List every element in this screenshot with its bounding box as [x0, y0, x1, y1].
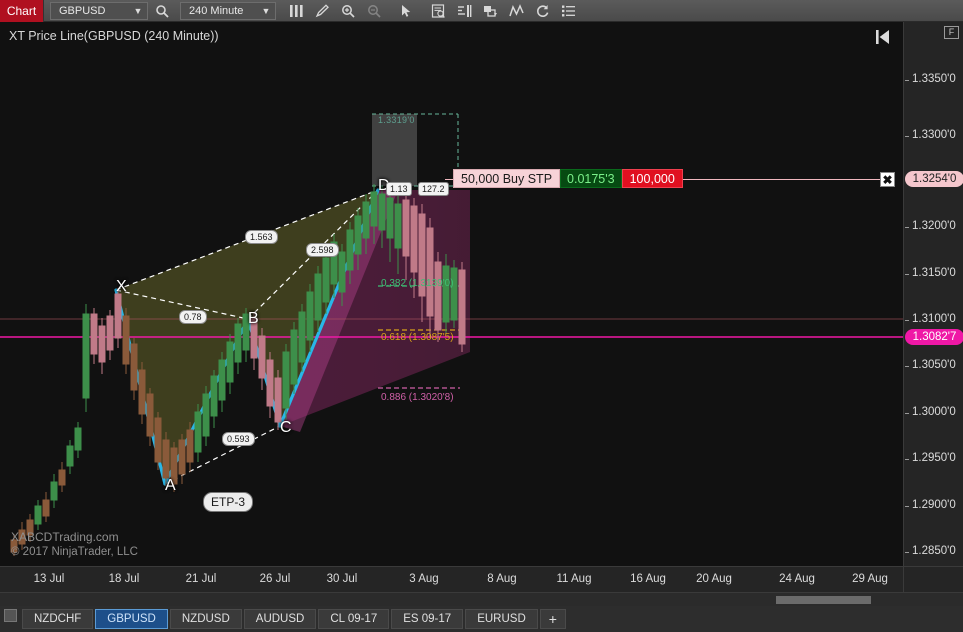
- time-tick-label: 20 Aug: [696, 573, 732, 585]
- fib-level-0382: 0.382 (1.3139'0): [381, 278, 454, 289]
- strategies-icon[interactable]: [478, 1, 502, 21]
- price-tick-mark: [905, 274, 909, 275]
- workspace-tabbar: NZDCHF GBPUSD NZDUSD AUDUSD CL 09-17 ES 09-17…: [0, 606, 963, 632]
- fib-level-0886: 0.886 (1.3020'8): [381, 392, 454, 403]
- ninjatrader-chart-window: Chart GBPUSD ▼ 240 Minute ▼ XT Price Lin…: [0, 0, 963, 632]
- drawing-tools-icon[interactable]: [310, 1, 334, 21]
- price-tick-label: 1.2850'0: [912, 545, 956, 557]
- price-tick-mark: [905, 413, 909, 414]
- price-axis-f-flag[interactable]: F: [944, 26, 959, 39]
- chart-canvas[interactable]: XT Price Line(GBPUSD (240 Minute)) 50,00…: [0, 22, 903, 566]
- zoom-in-icon[interactable]: [336, 1, 360, 21]
- price-series-svg: [0, 113, 903, 556]
- pattern-point-x: X: [116, 278, 127, 295]
- ratio-badge-ac: 0.593: [222, 432, 255, 446]
- fib-level-0618: 0.618 (1.3087'5): [381, 332, 454, 343]
- ask-price-badge: 1.3254'0: [905, 171, 963, 187]
- bar-type-icon[interactable]: [284, 1, 308, 21]
- properties-list-icon[interactable]: [556, 1, 580, 21]
- price-tick-label: 1.3000'0: [912, 406, 956, 418]
- workspace-tab-gbpusd[interactable]: GBPUSD: [95, 609, 168, 629]
- order-pl-label: 0.0175'3: [560, 169, 622, 188]
- time-tick-label: 26 Jul: [259, 573, 291, 585]
- workspace-tab-audusd[interactable]: AUDUSD: [243, 609, 317, 629]
- horizontal-scrollbar[interactable]: [0, 592, 963, 606]
- add-tab-button[interactable]: +: [539, 609, 566, 629]
- chart-tab-button[interactable]: Chart: [0, 0, 44, 22]
- zoom-out-icon[interactable]: [362, 1, 386, 21]
- chart-watermark: XABCDTrading.com © 2017 NinjaTrader, LLC: [11, 530, 138, 560]
- workspace-tab-eurusd[interactable]: EURUSD: [465, 609, 538, 629]
- time-tick-label: 8 Aug: [487, 573, 517, 585]
- target-zone-label: 1.3319'0: [378, 115, 415, 125]
- pattern-point-a: A: [165, 477, 176, 494]
- time-tick-label: 30 Jul: [326, 573, 358, 585]
- price-tick-mark: [905, 366, 909, 367]
- time-tick-label: 13 Jul: [33, 573, 65, 585]
- price-tick-label: 1.3200'0: [912, 220, 956, 232]
- price-tick-label: 1.2900'0: [912, 499, 956, 511]
- d-ratio-badge-1272: 127.2: [418, 182, 449, 196]
- search-icon[interactable]: [150, 1, 174, 21]
- price-tick-label: 1.2950'0: [912, 452, 956, 464]
- tab-list: NZDCHF GBPUSD NZDUSD AUDUSD CL 09-17 ES 09-17…: [22, 609, 540, 629]
- symbol-value: GBPUSD: [59, 4, 106, 17]
- time-tick-label: 3 Aug: [409, 573, 439, 585]
- order-size-label[interactable]: 100,000: [621, 169, 683, 188]
- etp-label: ETP-3: [203, 492, 254, 512]
- price-tick-mark: [905, 552, 909, 553]
- time-tick-label: 29 Aug: [852, 573, 888, 585]
- time-axis[interactable]: 13 Jul 18 Jul 21 Jul 26 Jul 30 Jul 3 Aug 8 Aug…: [0, 566, 903, 592]
- price-tick-mark: [905, 506, 909, 507]
- price-tick-label: 1.3300'0: [912, 129, 956, 141]
- chart-toolbar: Chart GBPUSD ▼ 240 Minute ▼: [0, 0, 963, 22]
- ratio-badge-xd: 1.563: [245, 230, 278, 244]
- price-tick-label: 1.3100'0: [912, 313, 956, 325]
- time-tick-label: 18 Jul: [108, 573, 140, 585]
- price-tick-label: 1.3050'0: [912, 359, 956, 371]
- time-tick-label: 24 Aug: [779, 573, 815, 585]
- indicators-icon[interactable]: [452, 1, 476, 21]
- price-tick-mark: [905, 227, 909, 228]
- watermark-site: XABCDTrading.com: [11, 530, 119, 544]
- price-tick-mark: [905, 459, 909, 460]
- last-price-badge: 1.3082'7: [905, 329, 963, 345]
- pattern-point-b: B: [248, 310, 259, 327]
- ratio-badge-bd: 2.598: [306, 243, 339, 257]
- d-ratio-badge-113: 1.13: [386, 182, 412, 196]
- scrollbar-thumb[interactable]: [776, 596, 871, 604]
- watermark-copyright: © 2017 NinjaTrader, LLC: [11, 546, 138, 558]
- interval-selector[interactable]: 240 Minute ▼: [180, 1, 276, 20]
- workspace-tab-nzdchf[interactable]: NZDCHF: [22, 609, 94, 629]
- workspace-tab-cl-09-17[interactable]: CL 09-17: [318, 609, 390, 629]
- chevron-down-icon: ▼: [133, 5, 143, 16]
- interval-value: 240 Minute: [189, 4, 244, 17]
- time-tick-label: 16 Aug: [630, 573, 666, 585]
- price-tick-label: 1.3350'0: [912, 73, 956, 85]
- price-axis[interactable]: F 1.3350'0 1.3300'0 1.3200'0 1.3150'0 1.3100…: [903, 22, 963, 566]
- pattern-point-c: C: [280, 419, 292, 436]
- cursor-pointer-icon[interactable]: [394, 1, 418, 21]
- price-tick-mark: [905, 80, 909, 81]
- drawing-line-icon[interactable]: [504, 1, 528, 21]
- symbol-selector[interactable]: GBPUSD ▼: [50, 1, 148, 20]
- workspace-tab-nzdusd[interactable]: NZDUSD: [169, 609, 242, 629]
- chevron-down-icon: ▼: [261, 5, 271, 16]
- price-tick-label: 1.3150'0: [912, 267, 956, 279]
- price-tick-mark: [905, 136, 909, 137]
- axis-corner: [903, 566, 963, 592]
- window-menu-icon[interactable]: [4, 609, 17, 622]
- ratio-badge-xb: 0.78: [179, 310, 207, 324]
- price-tick-mark: [905, 320, 909, 321]
- order-quantity-label[interactable]: 50,000 Buy STP: [453, 169, 561, 188]
- buy-stop-order-ticket[interactable]: 50,000 Buy STP 0.0175'3 100,000: [453, 169, 683, 188]
- data-series-icon[interactable]: [426, 1, 450, 21]
- cancel-order-icon[interactable]: ✖: [880, 172, 895, 187]
- workspace-tab-es-09-17[interactable]: ES 09-17: [391, 609, 464, 629]
- reload-icon[interactable]: [530, 1, 554, 21]
- time-tick-label: 11 Aug: [556, 573, 592, 585]
- time-tick-label: 21 Jul: [185, 573, 217, 585]
